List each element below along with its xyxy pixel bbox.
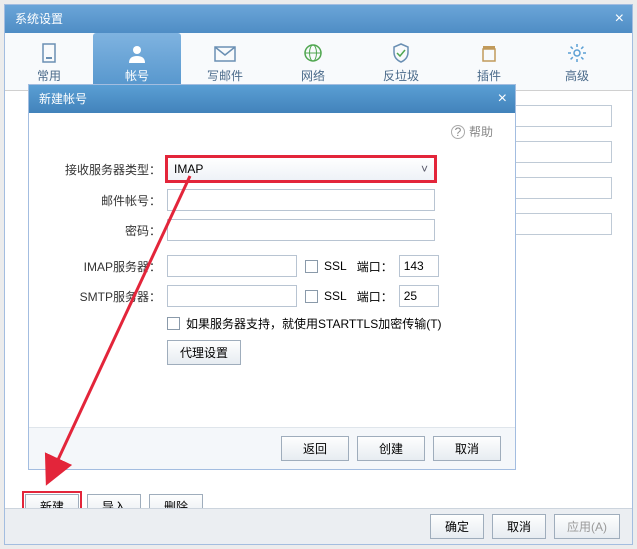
cancel-button[interactable]: 取消 [492,514,546,539]
label-password: 密码： [51,222,167,239]
tab-general[interactable]: 常用 [5,33,93,90]
imap-port-input[interactable] [399,255,439,277]
ssl-label: SSL [324,259,347,273]
help-link[interactable]: ? 帮助 [451,123,493,140]
ssl-label: SSL [324,289,347,303]
password-input[interactable] [167,219,435,241]
general-icon [5,41,93,65]
apply-button[interactable]: 应用(A) [554,514,620,539]
row-starttls: 如果服务器支持，就使用STARTTLS加密传输(T) [51,315,493,332]
settings-titlebar: 系统设置 × [5,5,632,33]
tab-label: 高级 [533,67,621,84]
compose-icon [181,41,269,65]
tab-label: 反垃圾 [357,67,445,84]
starttls-checkbox[interactable] [167,317,180,330]
help-icon: ? [451,125,465,139]
dialog-body: ? 帮助 接收服务器类型： IMAP ˅ 邮件帐号： 密码： IMAP服务器： [29,113,515,427]
recv-type-select[interactable]: IMAP ˅ [167,157,435,181]
close-icon[interactable]: × [615,5,624,33]
row-smtp-server: SMTP服务器： SSL 端口： [51,285,493,307]
smtp-port-input[interactable] [399,285,439,307]
label-mail-account: 邮件帐号： [51,192,167,209]
tab-antispam[interactable]: 反垃圾 [357,33,445,90]
mail-account-input[interactable] [167,189,435,211]
row-proxy: 代理设置 [51,340,493,365]
chevron-down-icon: ˅ [421,162,428,176]
tab-compose[interactable]: 写邮件 [181,33,269,90]
dialog-cancel-button[interactable]: 取消 [433,436,501,461]
dialog-titlebar: 新建帐号 × [29,85,515,113]
dialog-footer: 返回 创建 取消 [29,427,515,469]
shield-icon [357,41,445,65]
port-label: 端口： [357,258,393,275]
tab-label: 常用 [5,67,93,84]
label-smtp-server: SMTP服务器： [51,288,167,305]
smtp-server-input[interactable] [167,285,297,307]
select-value: IMAP [174,162,203,176]
smtp-ssl-checkbox[interactable] [305,290,318,303]
label-imap-server: IMAP服务器： [51,258,167,275]
imap-server-input[interactable] [167,255,297,277]
plugin-icon [445,41,533,65]
tab-label: 网络 [269,67,357,84]
account-icon [93,41,181,65]
tab-plugin[interactable]: 插件 [445,33,533,90]
row-mail-account: 邮件帐号： [51,189,493,211]
imap-ssl-checkbox[interactable] [305,260,318,273]
help-label: 帮助 [469,123,493,140]
row-imap-server: IMAP服务器： SSL 端口： [51,255,493,277]
tab-label: 插件 [445,67,533,84]
back-button[interactable]: 返回 [281,436,349,461]
settings-tabs: 常用 帐号 写邮件 网络 反垃圾 插件 高级 [5,33,632,91]
tab-network[interactable]: 网络 [269,33,357,90]
row-recv-type: 接收服务器类型： IMAP ˅ [51,157,493,181]
new-account-dialog: 新建帐号 × ? 帮助 接收服务器类型： IMAP ˅ 邮件帐号： 密码： IM… [28,84,516,470]
settings-title: 系统设置 [15,12,63,26]
tab-advanced[interactable]: 高级 [533,33,621,90]
tab-account[interactable]: 帐号 [93,33,181,90]
create-button[interactable]: 创建 [357,436,425,461]
gear-icon [533,41,621,65]
tab-label: 帐号 [93,67,181,84]
port-label: 端口： [357,288,393,305]
ok-button[interactable]: 确定 [430,514,484,539]
network-icon [269,41,357,65]
starttls-label: 如果服务器支持，就使用STARTTLS加密传输(T) [186,315,442,332]
close-icon[interactable]: × [498,85,507,113]
settings-footer: 确定 取消 应用(A) [5,508,632,544]
label-recv-type: 接收服务器类型： [51,161,167,178]
dialog-title: 新建帐号 [39,92,87,106]
tab-label: 写邮件 [181,67,269,84]
proxy-button[interactable]: 代理设置 [167,340,241,365]
row-password: 密码： [51,219,493,241]
